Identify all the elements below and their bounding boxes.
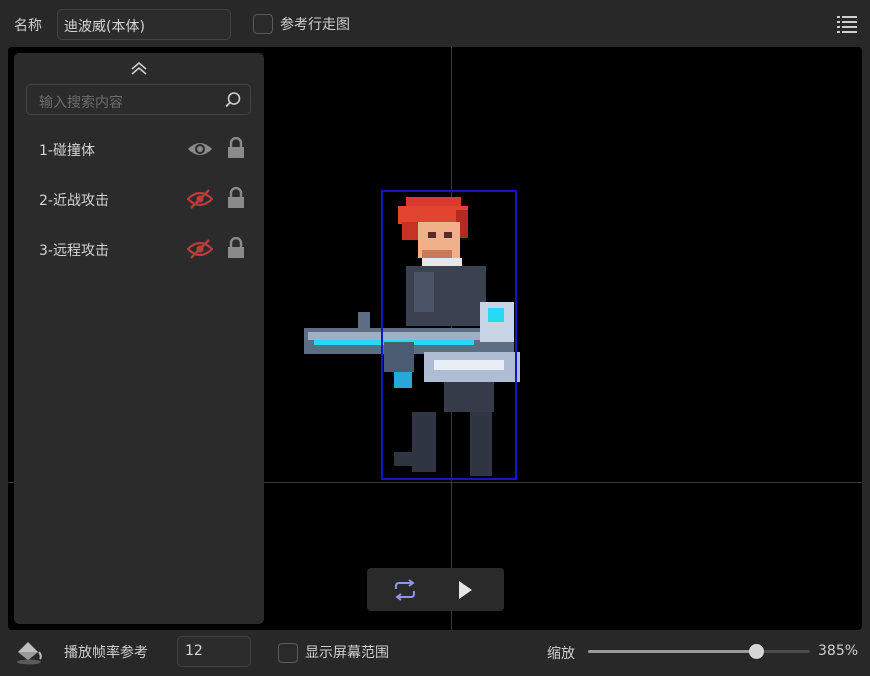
playback-controls (367, 568, 504, 611)
search-icon[interactable] (224, 91, 242, 109)
name-input[interactable]: 迪波威(本体) (57, 9, 231, 40)
loop-icon[interactable] (393, 579, 417, 601)
lock-icon[interactable] (227, 187, 245, 209)
layer-label: 2-近战攻击 (39, 193, 109, 209)
collision-box[interactable] (381, 190, 517, 480)
eye-hidden-icon[interactable] (187, 238, 213, 260)
fps-input[interactable]: 12 (177, 636, 251, 667)
eye-hidden-icon[interactable] (187, 188, 213, 210)
lock-icon[interactable] (227, 237, 245, 259)
layer-item-melee[interactable]: 2-近战攻击 (14, 180, 264, 220)
show-screen-checkbox[interactable] (278, 643, 298, 663)
lock-icon[interactable] (227, 137, 245, 159)
list-icon[interactable] (836, 14, 858, 34)
zoom-slider[interactable] (588, 644, 810, 659)
zoom-label: 缩放 (547, 646, 575, 662)
zoom-slider-fill (588, 650, 756, 653)
ref-walk-label[interactable]: 参考行走图 (280, 14, 350, 34)
layers-panel: 输入搜索内容 1-碰撞体 2-近战攻击 3-远程攻击 (14, 53, 264, 624)
layer-search-input[interactable]: 输入搜索内容 (26, 84, 251, 115)
name-label: 名称 (14, 18, 42, 34)
show-screen-label[interactable]: 显示屏幕范围 (305, 642, 389, 662)
ref-walk-checkbox[interactable] (253, 14, 273, 34)
layer-item-ranged[interactable]: 3-远程攻击 (14, 230, 264, 270)
play-icon[interactable] (457, 580, 473, 600)
paint-bucket-icon[interactable] (15, 639, 43, 665)
layer-item-collision[interactable]: 1-碰撞体 (14, 130, 264, 170)
search-placeholder: 输入搜索内容 (39, 95, 123, 111)
layer-label: 3-远程攻击 (39, 243, 109, 259)
double-chevron-up-icon[interactable] (129, 61, 149, 77)
zoom-slider-thumb[interactable] (748, 644, 764, 659)
top-bar: 名称 迪波威(本体) 参考行走图 (0, 0, 870, 46)
layer-label: 1-碰撞体 (39, 143, 95, 159)
fps-label: 播放帧率参考 (64, 645, 148, 661)
zoom-value: 385% (818, 643, 859, 659)
eye-icon[interactable] (187, 138, 213, 160)
